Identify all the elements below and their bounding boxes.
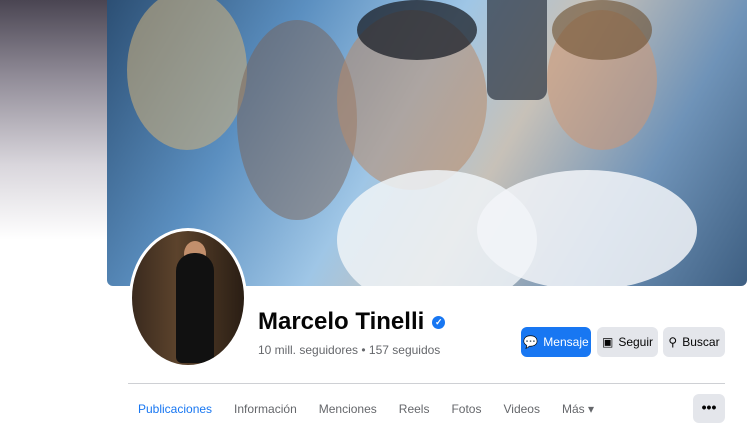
message-button-label: Mensaje [543, 335, 589, 349]
search-button-label: Buscar [682, 335, 720, 349]
search-button[interactable]: ⚲ Buscar [663, 327, 725, 357]
more-options-button[interactable]: ••• [693, 394, 725, 423]
profile-stats: 10 mill. seguidores • 157 seguidos [258, 343, 441, 357]
tab-menciones[interactable]: Menciones [319, 402, 377, 416]
tab-reels[interactable]: Reels [399, 402, 430, 416]
follow-icon: ▣ [601, 335, 614, 349]
tab-videos[interactable]: Videos [503, 402, 539, 416]
avatar[interactable] [129, 228, 247, 368]
messenger-icon: 💬 [523, 335, 539, 349]
message-button[interactable]: 💬 Mensaje [521, 327, 591, 357]
follow-button-label: Seguir [618, 335, 654, 349]
background-fade [0, 0, 107, 300]
search-icon: ⚲ [668, 335, 678, 349]
tab-mas[interactable]: Más ▾ [562, 402, 594, 416]
tab-publicaciones[interactable]: Publicaciones [138, 402, 212, 416]
tab-informacion[interactable]: Información [234, 402, 297, 416]
chevron-down-icon: ▾ [587, 402, 595, 416]
verified-badge-icon: ✓ [432, 315, 446, 329]
avatar-figure-shape [176, 253, 214, 363]
divider [128, 383, 725, 384]
profile-tabs: Publicaciones Información Menciones Reel… [138, 402, 594, 416]
follow-button[interactable]: ▣ Seguir [597, 327, 658, 357]
profile-name-text: Marcelo Tinelli [258, 308, 425, 335]
tab-fotos[interactable]: Fotos [451, 402, 481, 416]
profile-name: Marcelo Tinelli ✓ [258, 308, 446, 336]
tab-mas-label: Más [561, 402, 585, 416]
